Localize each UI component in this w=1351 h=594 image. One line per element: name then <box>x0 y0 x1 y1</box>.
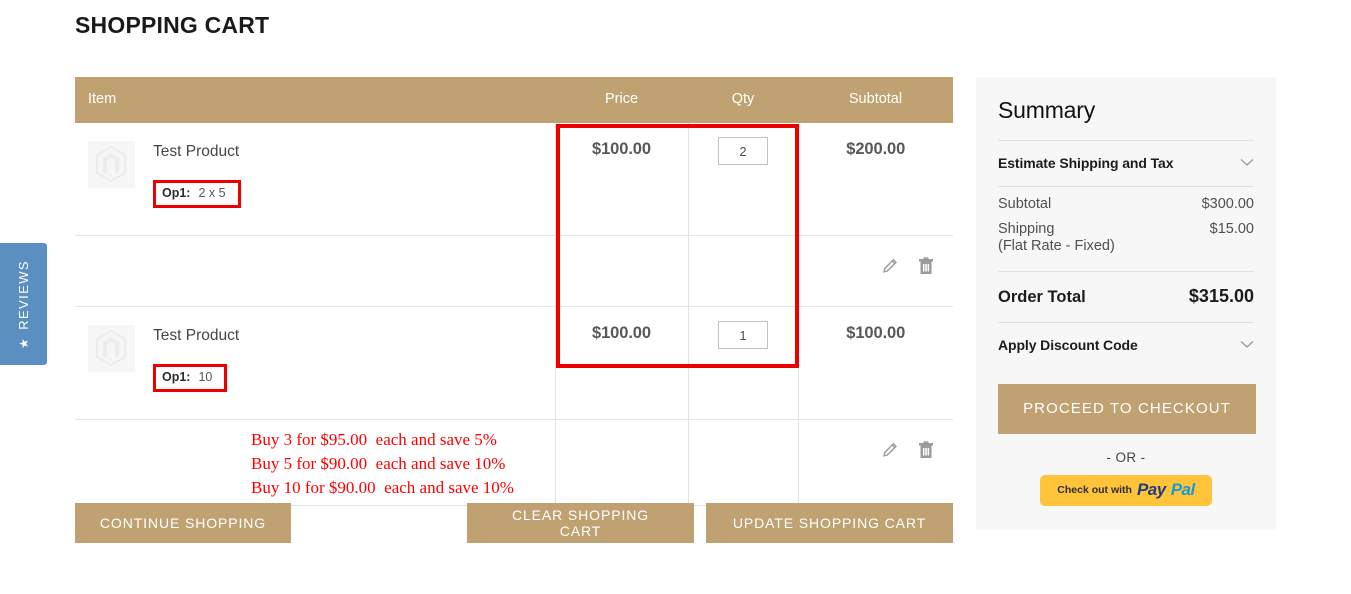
actions-spacer-price <box>555 235 689 307</box>
subtotal-cell: $100.00 <box>798 306 953 420</box>
magento-logo-icon <box>96 330 126 366</box>
shipping-value: $15.00 <box>1209 221 1254 237</box>
item-subtotal: $100.00 <box>846 324 906 342</box>
chevron-down-icon <box>1240 336 1254 354</box>
update-shopping-cart-button[interactable]: UPDATE SHOPPING CART <box>706 503 953 543</box>
column-header-subtotal: Subtotal <box>798 77 953 123</box>
reviews-side-tab[interactable]: ★ REVIEWS <box>0 243 47 365</box>
column-header-item: Item <box>75 77 555 123</box>
table-row-actions: Buy 3 for $95.00 each and save 5% Buy 5 … <box>75 419 953 507</box>
product-name[interactable]: Test Product <box>153 323 239 346</box>
price-cell: $100.00 <box>555 123 689 236</box>
continue-shopping-button[interactable]: CONTINUE SHOPPING <box>75 503 291 543</box>
subtotal-cell: $200.00 <box>798 123 953 236</box>
paypal-pay-text: Pay <box>1136 480 1166 500</box>
tier-price-cell: Buy 3 for $95.00 each and save 5% Buy 5 … <box>75 419 556 507</box>
estimate-shipping-label: Estimate Shipping and Tax <box>998 155 1174 171</box>
row-actions-cell <box>798 419 953 507</box>
tier-price-line: Buy 5 for $90.00 each and save 10% <box>251 454 506 474</box>
product-image-placeholder <box>88 141 135 188</box>
item-price: $100.00 <box>592 324 651 342</box>
product-option-value: 2 x 5 <box>198 185 226 200</box>
product-option-label: Op1: <box>162 185 191 200</box>
cart-table: Item Price Qty Subtotal Test Product Op1… <box>75 77 953 507</box>
pencil-icon[interactable] <box>881 442 898 459</box>
summary-title: Summary <box>998 97 1096 123</box>
qty-input[interactable] <box>718 321 768 349</box>
product-name[interactable]: Test Product <box>153 139 241 162</box>
table-header-row: Item Price Qty Subtotal <box>75 77 953 123</box>
subtotal-value: $300.00 <box>1201 196 1254 212</box>
item-price: $100.00 <box>592 140 651 158</box>
qty-cell <box>688 306 799 420</box>
shipping-method-note: (Flat Rate - Fixed) <box>998 238 1115 254</box>
clear-shopping-cart-button[interactable]: CLEAR SHOPPING CART <box>467 503 694 543</box>
product-option-value: 10 <box>198 369 213 384</box>
page-title: SHOPPING CART <box>75 12 270 38</box>
summary-row-shipping: Shipping $15.00 <box>998 212 1254 237</box>
cart-item-cell: Test Product Op1: 10 <box>75 306 556 420</box>
summary-row-subtotal: Subtotal $300.00 <box>998 187 1254 212</box>
star-icon: ★ <box>16 336 31 349</box>
apply-discount-code-toggle[interactable]: Apply Discount Code <box>998 323 1254 368</box>
qty-cell <box>688 123 799 236</box>
shipping-label: Shipping <box>998 221 1055 237</box>
actions-spacer-qty <box>688 419 799 507</box>
pencil-icon[interactable] <box>881 258 898 275</box>
actions-spacer-cell <box>75 235 556 307</box>
product-image-placeholder <box>88 325 135 372</box>
product-option-highlight: Op1: 10 <box>153 363 228 392</box>
trash-icon[interactable] <box>918 257 934 275</box>
table-row: Test Product Op1: 2 x 5 $100.00 $200.00 <box>75 123 953 236</box>
actions-spacer-qty <box>688 235 799 307</box>
cart-item-cell: Test Product Op1: 2 x 5 <box>75 123 556 236</box>
reviews-tab-label: REVIEWS <box>16 259 31 330</box>
column-header-qty: Qty <box>688 77 798 123</box>
discount-code-label: Apply Discount Code <box>998 336 1138 353</box>
product-option-highlight: Op1: 2 x 5 <box>153 179 241 208</box>
qty-input[interactable] <box>718 137 768 165</box>
paypal-pal-text: Pal <box>1170 480 1196 500</box>
estimate-shipping-and-tax-toggle[interactable]: Estimate Shipping and Tax <box>998 141 1254 186</box>
table-row-actions <box>75 235 953 307</box>
item-subtotal: $200.00 <box>846 140 906 158</box>
tier-price-line: Buy 10 for $90.00 each and save 10% <box>251 478 514 498</box>
paypal-prefix-label: Check out with <box>1057 484 1132 497</box>
order-summary-panel: Summary Estimate Shipping and Tax Subtot… <box>976 77 1276 530</box>
table-row: Test Product Op1: 10 $100.00 $100.00 <box>75 306 953 420</box>
or-separator: - OR - <box>1106 449 1146 465</box>
subtotal-label: Subtotal <box>998 196 1052 212</box>
column-header-price: Price <box>555 77 688 123</box>
tier-price-line: Buy 3 for $95.00 each and save 5% <box>251 430 497 449</box>
order-total-value: $315.00 <box>1188 285 1254 306</box>
row-actions-cell <box>798 235 953 307</box>
product-option-label: Op1: <box>162 369 191 384</box>
paypal-checkout-button[interactable]: Check out with Pay Pal <box>1040 474 1212 506</box>
actions-spacer-price <box>555 419 689 507</box>
proceed-to-checkout-button[interactable]: PROCEED TO CHECKOUT <box>998 383 1256 434</box>
price-cell: $100.00 <box>555 306 689 420</box>
shopping-cart-page: SHOPPING CART Item Price Qty Subtotal Te… <box>0 0 1351 594</box>
trash-icon[interactable] <box>918 441 934 459</box>
order-total-label: Order Total <box>998 287 1086 306</box>
order-total-row: Order Total $315.00 <box>998 272 1254 322</box>
chevron-down-icon <box>1240 154 1254 172</box>
magento-logo-icon <box>96 146 126 182</box>
